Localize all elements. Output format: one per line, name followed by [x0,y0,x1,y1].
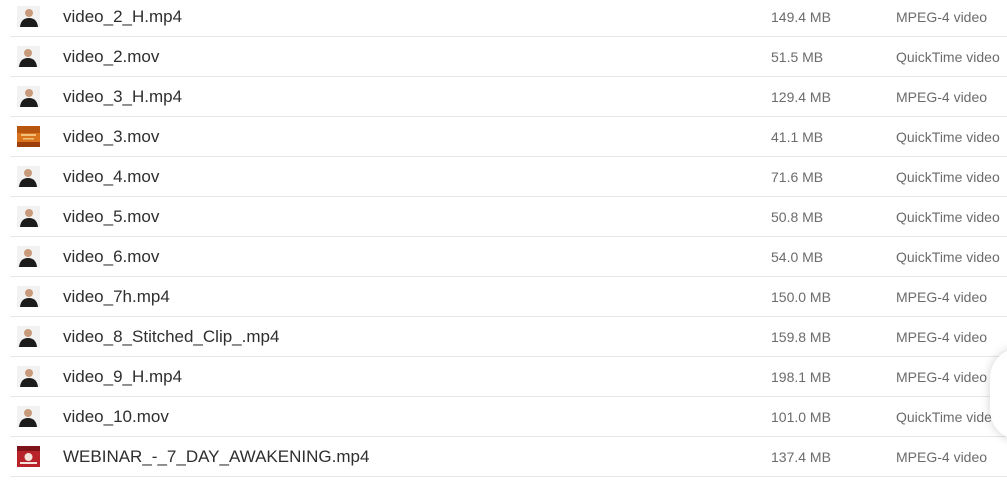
file-size: 137.4 MB [771,449,831,465]
person-icon [17,246,40,267]
orange-frame-icon [17,126,40,147]
file-row[interactable]: video_3_H.mp4 129.4 MB MPEG-4 video [0,77,1007,117]
file-kind: MPEG-4 video [896,89,988,105]
file-size: 51.5 MB [771,49,824,65]
file-name: video_9_H.mp4 [63,367,183,386]
file-name: WEBINAR_-_7_DAY_AWAKENING.mp4 [63,447,370,466]
file-kind: QuickTime video [896,249,1000,265]
file-name: video_7h.mp4 [63,287,170,306]
file-name: video_8_Stitched_Clip_.mp4 [63,327,280,346]
person-icon [17,86,40,107]
file-list: video_2_H.mp4 149.4 MB MPEG-4 video vide… [0,0,1007,485]
person-icon [17,6,40,27]
file-kind: MPEG-4 video [896,449,988,465]
person-icon [17,286,40,307]
person-icon [17,46,40,67]
file-name: video_6.mov [63,247,160,266]
file-size: 41.1 MB [771,129,824,145]
person-icon [17,406,40,427]
file-size: 50.8 MB [771,209,824,225]
file-name: video_3.mov [63,127,160,146]
file-row[interactable]: video_6.mov 54.0 MB QuickTime video [0,237,1007,277]
file-kind: QuickTime video [896,209,1000,225]
file-kind: MPEG-4 video [896,9,988,25]
file-size: 101.0 MB [771,409,831,425]
person-icon [17,206,40,227]
file-size: 149.4 MB [771,9,831,25]
file-name: video_4.mov [63,167,160,186]
file-row[interactable]: video_9_H.mp4 198.1 MB MPEG-4 video [0,357,1007,397]
file-row[interactable]: video_2_H.mp4 149.4 MB MPEG-4 video [0,0,1007,37]
webinar-frame-icon [17,446,40,467]
file-row[interactable]: video_2.mov 51.5 MB QuickTime video [0,37,1007,77]
row-divider [10,476,1007,477]
file-name: video_10.mov [63,407,169,426]
file-kind: QuickTime video [896,129,1000,145]
file-size: 159.8 MB [771,329,831,345]
file-row[interactable]: video_4.mov 71.6 MB QuickTime video [0,157,1007,197]
file-row[interactable]: WEBINAR_-_7_DAY_AWAKENING.mp4 137.4 MB M… [0,437,1007,477]
file-row[interactable]: video_5.mov 50.8 MB QuickTime video [0,197,1007,237]
file-row[interactable]: video_7h.mp4 150.0 MB MPEG-4 video [0,277,1007,317]
file-kind: MPEG-4 video [896,369,988,385]
file-name: video_2_H.mp4 [63,7,183,26]
file-kind: QuickTime video [896,169,1000,185]
file-size: 150.0 MB [771,289,831,305]
file-kind: QuickTime video [896,49,1000,65]
file-kind: MPEG-4 video [896,289,988,305]
file-row[interactable]: video_3.mov 41.1 MB QuickTime video [0,117,1007,157]
person-icon [17,166,40,187]
person-icon [17,366,40,387]
file-kind: MPEG-4 video [896,329,988,345]
file-row[interactable]: video_8_Stitched_Clip_.mp4 159.8 MB MPEG… [0,317,1007,357]
file-size: 71.6 MB [771,169,824,185]
file-kind: QuickTime video [896,409,1000,425]
file-name: video_5.mov [63,207,160,226]
file-size: 198.1 MB [771,369,831,385]
file-size: 54.0 MB [771,249,824,265]
file-name: video_3_H.mp4 [63,87,183,106]
person-icon [17,326,40,347]
file-name: video_2.mov [63,47,160,66]
file-size: 129.4 MB [771,89,831,105]
file-row[interactable]: video_10.mov 101.0 MB QuickTime video [0,397,1007,437]
